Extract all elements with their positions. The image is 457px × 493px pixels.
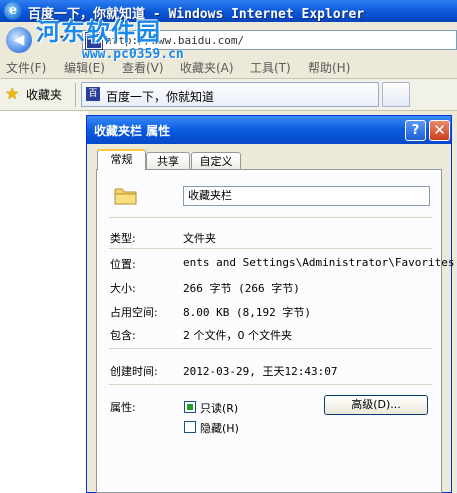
general-tab-panel: 收藏夹栏 类型: 文件夹 位置: ents and Settings\Admin…: [96, 169, 455, 493]
size-on-disk-value: 8.00 KB (8,192 字节): [183, 306, 311, 319]
menu-tools[interactable]: 工具(T): [246, 59, 295, 76]
readonly-label[interactable]: 只读(R): [200, 400, 238, 416]
size-value: 266 字节 (266 字节): [183, 282, 300, 295]
readonly-checkbox[interactable]: [184, 401, 196, 413]
tab-customize[interactable]: 自定义: [191, 152, 241, 170]
checkbox-mark: [187, 404, 193, 410]
size-on-disk-label: 占用空间:: [110, 306, 158, 319]
watermark-url: www.pc0359.cn: [82, 47, 184, 62]
favorites-button[interactable]: 收藏夹: [26, 86, 62, 103]
back-arrow-icon[interactable]: ◀: [6, 27, 32, 53]
ie-logo-icon: e: [4, 2, 22, 20]
tab-general[interactable]: 常规: [97, 149, 146, 170]
menu-favorites[interactable]: 收藏夹(A): [176, 59, 238, 76]
star-icon[interactable]: ★: [5, 84, 19, 103]
page-content: [0, 111, 88, 493]
menu-bar: 文件(F) 编辑(E) 查看(V) 收藏夹(A) 工具(T) 帮助(H): [0, 57, 457, 79]
location-label: 位置:: [110, 258, 136, 271]
type-value: 文件夹: [183, 232, 216, 245]
folder-icon: [114, 188, 137, 205]
menu-help[interactable]: 帮助(H): [304, 59, 354, 76]
toolbar-divider: [75, 83, 76, 107]
divider: [109, 348, 432, 350]
divider: [109, 384, 432, 386]
hidden-label[interactable]: 隐藏(H): [200, 420, 239, 436]
created-label: 创建时间:: [110, 365, 158, 378]
type-label: 类型:: [110, 232, 136, 245]
help-button[interactable]: ?: [405, 120, 426, 141]
browser-tab-baidu[interactable]: 百 百度一下，你就知道: [81, 82, 379, 107]
folder-name-field[interactable]: 收藏夹栏: [183, 186, 430, 206]
contains-label: 包含:: [110, 329, 136, 342]
menu-file[interactable]: 文件(F): [2, 59, 50, 76]
hidden-checkbox[interactable]: [184, 421, 196, 433]
baidu-favicon-icon: 百: [86, 87, 100, 101]
tab-sharing[interactable]: 共享: [146, 152, 190, 170]
divider: [109, 217, 432, 219]
size-label: 大小:: [110, 282, 136, 295]
new-tab-button[interactable]: [382, 82, 410, 107]
favorites-bar: ★ 收藏夹 百 百度一下，你就知道: [0, 79, 457, 111]
location-value: ents and Settings\Administrator\Favorite…: [183, 256, 455, 269]
properties-dialog: 收藏夹栏 属性 ? ✕ 常规 共享 自定义 收藏夹栏 类型: 文件夹 位置: e…: [86, 115, 455, 493]
contains-value: 2 个文件，0 个文件夹: [183, 329, 292, 342]
close-button[interactable]: ✕: [429, 120, 450, 141]
dialog-title-bar[interactable]: 收藏夹栏 属性 ? ✕: [87, 116, 451, 144]
watermark-name: 河东软件园: [36, 18, 161, 46]
advanced-button[interactable]: 高级(D)...: [324, 395, 428, 415]
browser-tab-label: 百度一下，你就知道: [106, 90, 215, 104]
dialog-title: 收藏夹栏 属性: [94, 124, 171, 138]
created-value: 2012-03-29, 王天12:43:07: [183, 365, 338, 378]
divider: [109, 248, 432, 250]
attributes-label: 属性:: [110, 401, 136, 414]
